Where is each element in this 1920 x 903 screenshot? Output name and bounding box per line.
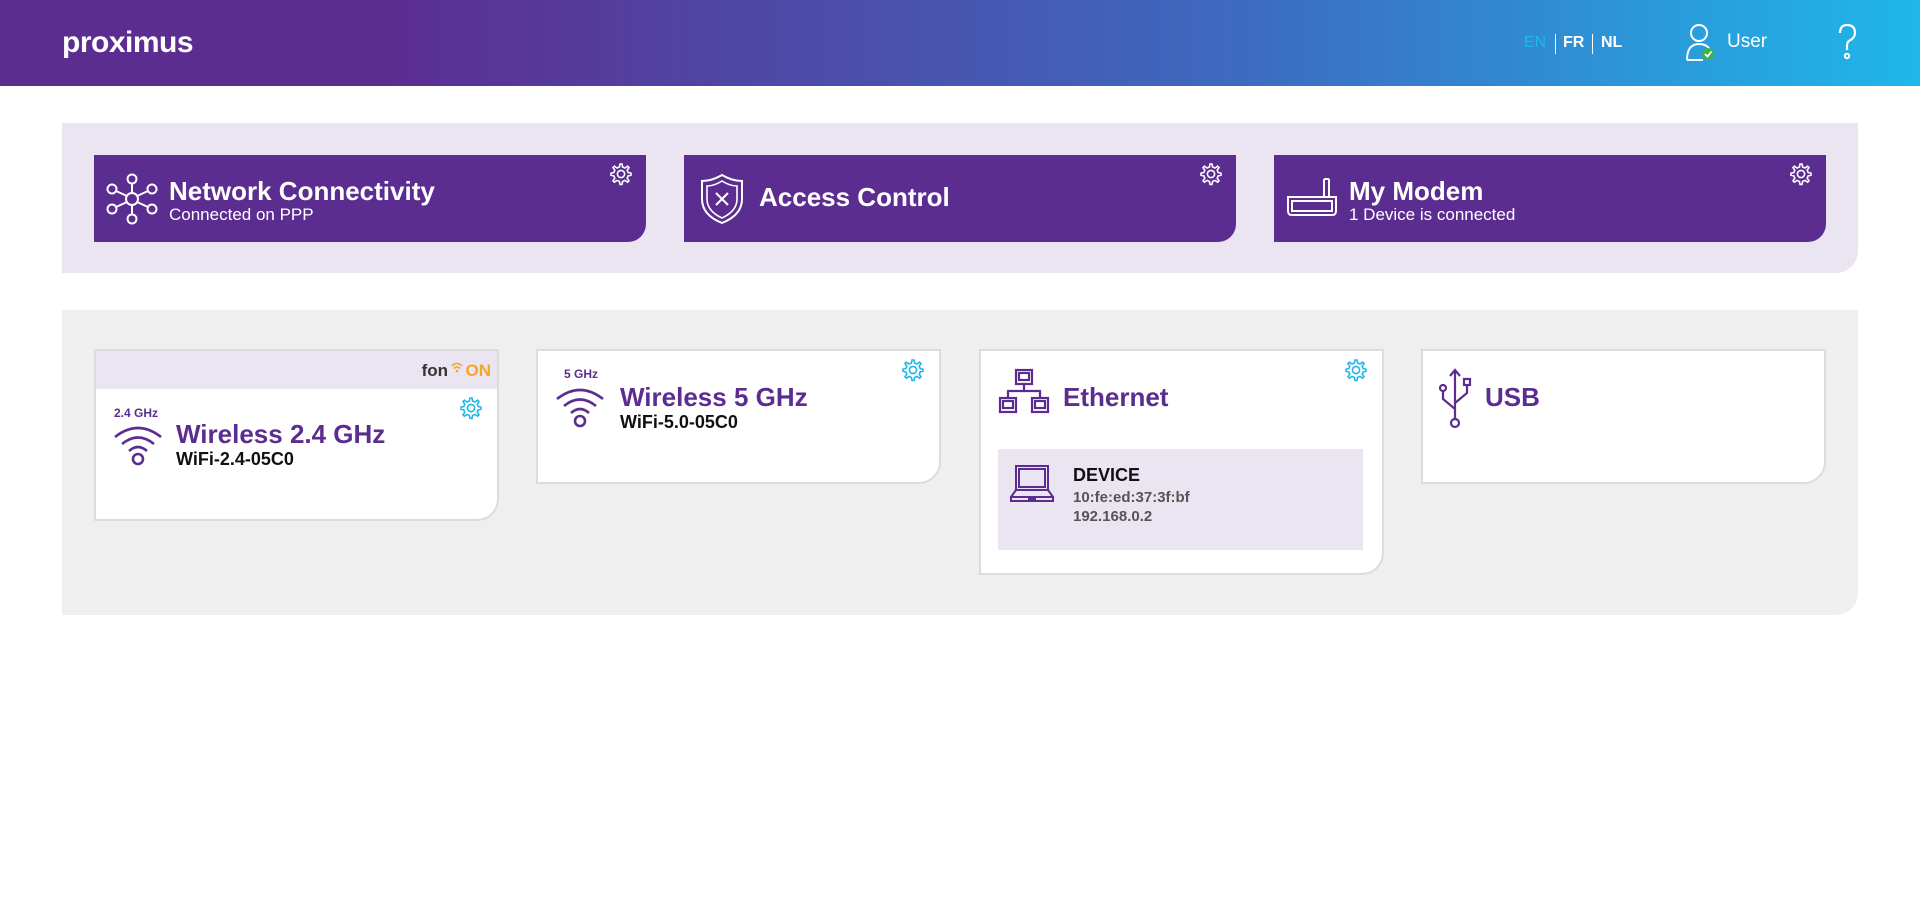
card-title: Access Control — [759, 182, 950, 212]
modem-icon — [1287, 178, 1337, 216]
user-menu[interactable]: User — [1685, 22, 1767, 62]
lang-divider — [1555, 34, 1556, 54]
lang-nl-link[interactable]: NL — [1601, 34, 1622, 52]
ssid-label: WiFi-5.0-05C0 — [620, 412, 738, 432]
card-title: Network Connectivity — [169, 176, 435, 206]
card-subtitle: 1 Device is connected — [1349, 205, 1516, 224]
ethernet-icon — [998, 368, 1050, 414]
gear-icon[interactable] — [1198, 161, 1224, 187]
tile-title: Wireless 5 GHz — [620, 382, 808, 412]
my-modem-card[interactable]: My Modem 1 Device is connected — [1274, 155, 1826, 242]
usb-icon — [1438, 368, 1472, 429]
band-label: 5 GHz — [564, 367, 599, 381]
card-subtitle: Connected on PPP — [169, 205, 314, 224]
usb-tile[interactable]: USB — [1421, 349, 1826, 484]
tile-title: Wireless 2.4 GHz — [176, 419, 386, 449]
device-name: DEVICE — [1073, 465, 1141, 485]
fon-strip: fon ON — [96, 351, 497, 389]
gear-icon[interactable] — [608, 161, 634, 187]
wifi-icon — [556, 388, 604, 428]
gear-icon[interactable] — [1343, 357, 1369, 383]
access-control-card[interactable]: Access Control — [684, 155, 1236, 242]
wifi-icon — [114, 426, 162, 466]
lang-divider — [1592, 34, 1593, 54]
help-icon[interactable] — [1832, 22, 1862, 62]
device-ip: 192.168.0.2 — [1073, 508, 1153, 525]
user-icon — [1686, 24, 1714, 61]
gear-icon[interactable] — [1788, 161, 1814, 187]
top-header: proximus EN FR NL User — [0, 0, 1920, 86]
lang-en-link[interactable]: EN — [1524, 34, 1546, 52]
tile-title: Ethernet — [1063, 382, 1169, 412]
fon-logo: fon ON — [421, 361, 491, 380]
ssid-label: WiFi-2.4-05C0 — [176, 449, 294, 469]
network-connectivity-card[interactable]: Network Connectivity Connected on PPP — [94, 155, 646, 242]
shield-icon — [701, 173, 743, 225]
network-icon — [106, 173, 158, 225]
gear-icon[interactable] — [900, 357, 926, 383]
user-label: User — [1727, 31, 1768, 52]
wireless-5-tile[interactable]: 5 GHz Wireless 5 GHz WiFi-5.0-05C0 — [536, 349, 941, 484]
tile-title: USB — [1485, 382, 1540, 412]
device-mac: 10:fe:ed:37:3f:bf — [1073, 489, 1190, 506]
ethernet-device-item[interactable]: DEVICE 10:fe:ed:37:3f:bf 192.168.0.2 — [998, 449, 1363, 550]
band-label: 2.4 GHz — [114, 406, 159, 420]
laptop-icon — [1010, 465, 1054, 502]
proximus-logo[interactable]: proximus — [62, 26, 194, 60]
lang-fr-link[interactable]: FR — [1563, 34, 1584, 52]
gear-icon[interactable] — [458, 395, 484, 421]
fon-wifi-icon — [451, 362, 463, 373]
card-title: My Modem — [1349, 176, 1484, 206]
wireless-24-tile[interactable]: fon ON 2.4 GHz Wireless 2.4 GHz WiFi-2.4… — [94, 349, 499, 521]
